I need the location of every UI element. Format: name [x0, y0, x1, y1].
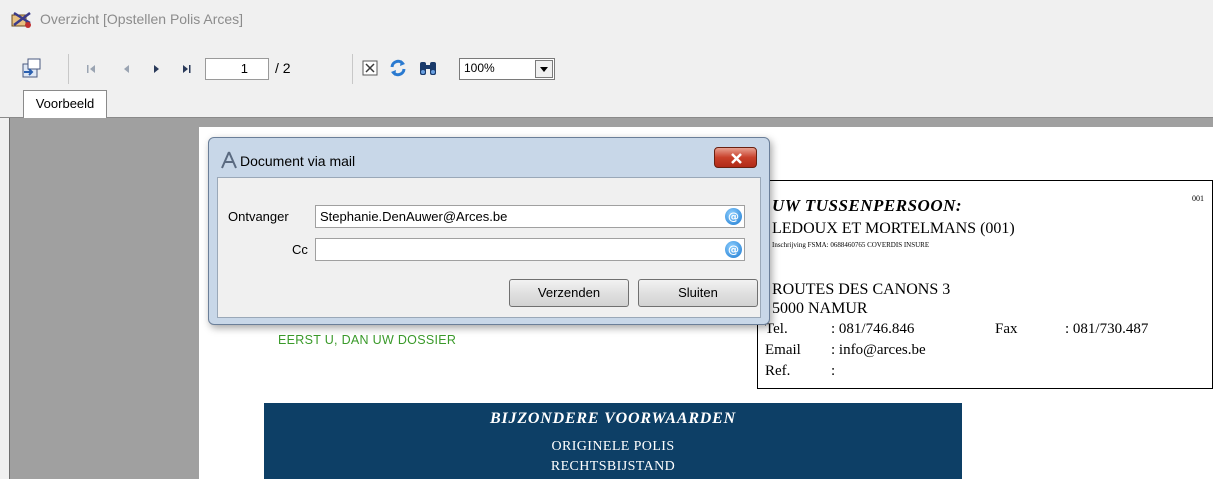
- previous-page-button[interactable]: [114, 57, 138, 81]
- agent-fsma: Inschrijving FSMA: 0688460765 COVERDIS I…: [772, 241, 930, 249]
- banner-line-1: ORIGINELE POLIS: [551, 439, 675, 454]
- zoom-select[interactable]: 100%: [459, 58, 555, 80]
- export-icon: [22, 58, 41, 78]
- agent-street: ROUTES DES CANONS 3: [772, 281, 951, 298]
- agent-name: LEDOUX ET MORTELMANS (001): [772, 220, 1015, 237]
- recipient-value: Stephanie.DenAuwer@Arces.be: [320, 209, 508, 224]
- address-book-icon[interactable]: @: [725, 208, 742, 225]
- agent-number: 001: [1192, 194, 1204, 203]
- close-preview-icon: [362, 60, 378, 76]
- banner-line-2: RECHTSBIJSTAND: [550, 459, 676, 474]
- recipient-label: Ontvanger: [228, 209, 289, 224]
- send-button[interactable]: Verzenden: [509, 279, 629, 307]
- ref-label: Ref.: [765, 363, 791, 379]
- first-page-button[interactable]: [79, 57, 103, 81]
- tab-voorbeeld[interactable]: Voorbeeld: [23, 90, 107, 118]
- mail-dialog: Document via mail Ontvanger Stephanie.De…: [208, 137, 770, 325]
- dialog-app-icon: [221, 151, 237, 169]
- banner-title: BIJZONDERE VOORWAARDEN: [490, 410, 736, 427]
- next-page-button[interactable]: [145, 57, 169, 81]
- find-icon: [420, 62, 436, 75]
- first-page-icon: [87, 65, 95, 73]
- dialog-title: Document via mail: [240, 153, 356, 169]
- email-label: Email: [765, 342, 801, 358]
- close-icon: [731, 153, 742, 164]
- recipient-input[interactable]: Stephanie.DenAuwer@Arces.be @: [315, 205, 745, 228]
- window-titlebar: Overzicht [Opstellen Polis Arces]: [0, 0, 1213, 38]
- next-page-icon: [154, 65, 159, 73]
- current-page-input[interactable]: 1: [205, 58, 269, 80]
- document-tagline: EERST U, DAN UW DOSSIER: [278, 333, 457, 347]
- fax-label: Fax: [995, 321, 1018, 337]
- app-icon: [11, 11, 31, 28]
- find-button[interactable]: [416, 56, 440, 80]
- toolbar-separator: [352, 54, 353, 84]
- tel-label: Tel.: [765, 321, 788, 337]
- dialog-body: Ontvanger Stephanie.DenAuwer@Arces.be @ …: [217, 177, 761, 318]
- agent-heading: UW TUSSENPERSOON:: [772, 196, 963, 215]
- window-title: Overzicht [Opstellen Polis Arces]: [40, 11, 244, 27]
- conditions-banner: BIJZONDERE VOORWAARDEN ORIGINELE POLIS R…: [264, 403, 962, 479]
- last-page-button[interactable]: [175, 57, 199, 81]
- toolbar-separator: [68, 54, 69, 84]
- ref-value: :: [831, 363, 836, 379]
- agent-city: 5000 NAMUR: [772, 300, 868, 317]
- cc-input[interactable]: @: [315, 238, 745, 261]
- zoom-dropdown-button[interactable]: [535, 60, 553, 78]
- last-page-icon: [183, 65, 191, 73]
- fax-value: : 081/730.487: [1065, 321, 1149, 337]
- zoom-value: 100%: [464, 61, 495, 75]
- close-preview-button[interactable]: [358, 56, 382, 80]
- email-value: : info@arces.be: [831, 342, 926, 358]
- previous-page-icon: [124, 65, 129, 73]
- dialog-close-button[interactable]: [714, 147, 757, 168]
- tel-value: : 081/746.846: [831, 321, 915, 337]
- agent-info-box: 001 UW TUSSENPERSOON: LEDOUX ET MORTELMA…: [757, 180, 1213, 389]
- refresh-button[interactable]: [386, 56, 410, 80]
- address-book-icon[interactable]: @: [725, 241, 742, 258]
- export-button[interactable]: [19, 56, 43, 80]
- refresh-icon: [390, 59, 406, 77]
- page-total: / 2: [275, 60, 291, 76]
- dropdown-arrow-icon: [540, 67, 548, 72]
- close-button[interactable]: Sluiten: [638, 279, 758, 307]
- cc-label: Cc: [292, 242, 308, 257]
